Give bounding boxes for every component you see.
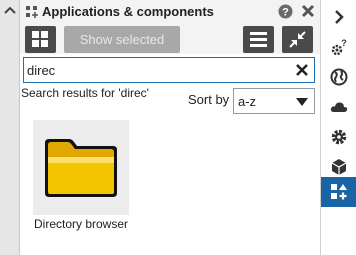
gear-icon bbox=[331, 129, 347, 145]
svg-text:?: ? bbox=[282, 7, 289, 19]
applications-panel: Applications & components ? Show selecte… bbox=[20, 0, 320, 255]
search-field bbox=[23, 57, 315, 83]
cloud-icon bbox=[330, 102, 348, 112]
svg-text:?: ? bbox=[341, 38, 347, 48]
search-input[interactable] bbox=[27, 61, 282, 79]
right-sidebar: ? bbox=[321, 0, 356, 255]
show-selected-button[interactable]: Show selected bbox=[64, 26, 180, 53]
panel-title: Applications & components bbox=[42, 4, 214, 19]
clear-icon[interactable] bbox=[295, 63, 309, 77]
expand-icon bbox=[335, 10, 344, 24]
folder-icon bbox=[45, 139, 117, 197]
sort-select[interactable]: a-z bbox=[233, 88, 315, 114]
list-view-icon bbox=[250, 32, 267, 47]
panel-header: Applications & components ? bbox=[20, 0, 320, 24]
grid-view-button[interactable] bbox=[25, 26, 56, 53]
sidebar-item-cloud[interactable] bbox=[321, 92, 356, 122]
sort-select-value: a-z bbox=[238, 94, 257, 109]
dropdown-arrow-icon bbox=[296, 98, 308, 106]
app-tile[interactable] bbox=[33, 120, 129, 215]
settings-help-icon: ? bbox=[331, 38, 347, 56]
panel-toolbar: Show selected bbox=[20, 24, 320, 54]
collapse-button[interactable] bbox=[282, 26, 313, 53]
grid-view-icon bbox=[32, 31, 48, 47]
sidebar-item-expand[interactable] bbox=[321, 2, 356, 32]
apps-grid-icon bbox=[26, 6, 38, 18]
search-results-label: Search results for 'direc' bbox=[21, 86, 149, 100]
help-icon[interactable]: ? bbox=[278, 4, 293, 19]
close-icon[interactable] bbox=[300, 3, 316, 19]
add-apps-icon bbox=[331, 184, 347, 200]
app-tile-label: Directory browser bbox=[34, 217, 129, 231]
sidebar-item-add-apps[interactable] bbox=[321, 177, 356, 207]
sort-by-label: Sort by bbox=[188, 92, 230, 107]
caret-up-icon[interactable] bbox=[3, 4, 17, 16]
sidebar-item-settings-help[interactable]: ? bbox=[321, 32, 356, 62]
results-area: Directory browser bbox=[20, 116, 320, 255]
left-scroll-strip[interactable] bbox=[0, 0, 20, 255]
list-view-button[interactable] bbox=[243, 26, 274, 53]
sidebar-item-globe[interactable] bbox=[321, 62, 356, 92]
sidebar-item-settings[interactable] bbox=[321, 122, 356, 152]
box-icon bbox=[331, 159, 347, 175]
collapse-icon bbox=[289, 31, 306, 48]
globe-icon bbox=[330, 68, 348, 86]
